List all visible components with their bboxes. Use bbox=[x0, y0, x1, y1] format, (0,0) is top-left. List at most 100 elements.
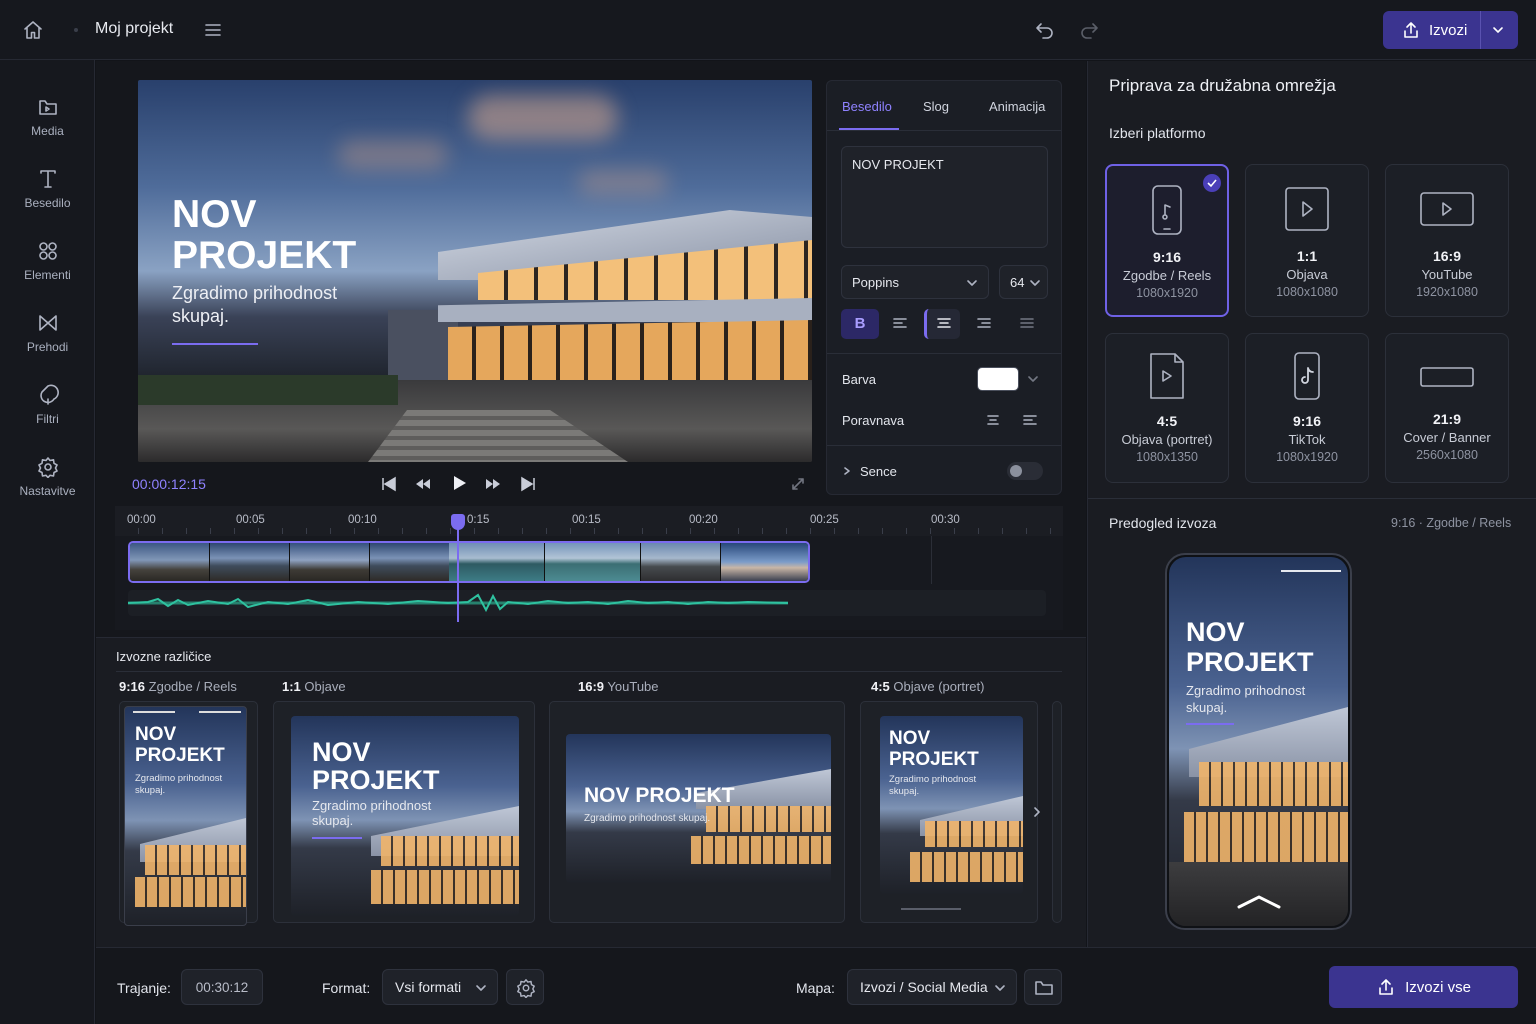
sidebar-item-transitions[interactable]: Prehodi bbox=[0, 312, 95, 374]
platform-card-zgodbe-reels[interactable]: 9:16 Zgodbe / Reels 1080x1920 bbox=[1105, 164, 1229, 317]
audio-track[interactable] bbox=[128, 590, 1046, 616]
browse-folder-button[interactable] bbox=[1024, 969, 1062, 1005]
timeline[interactable]: 00:00 00:05 00:10 0:15 00:15 00:20 00:25… bbox=[115, 506, 1063, 630]
variant-card-1-1[interactable]: NOV PROJEKT Zgradimo prihodnost skupaj. bbox=[273, 701, 535, 923]
export-button[interactable]: Izvozi bbox=[1383, 11, 1518, 49]
sidebar-item-label: Elementi bbox=[24, 268, 71, 282]
sidebar-item-label: Besedilo bbox=[24, 196, 71, 210]
text-icon bbox=[37, 168, 59, 190]
folder-label: Mapa: bbox=[796, 980, 835, 996]
platform-size: 1080x1350 bbox=[1136, 450, 1198, 464]
sidebar-item-label: Filtri bbox=[36, 412, 59, 426]
upload-icon bbox=[1376, 977, 1396, 997]
phone-preview[interactable]: NOV PROJEKT Zgradimo prihodnost skupaj. bbox=[1165, 553, 1352, 930]
sidebar-item-filters[interactable]: Filtri bbox=[0, 384, 95, 446]
font-select[interactable]: Poppins bbox=[841, 265, 989, 299]
separator-dot bbox=[74, 28, 78, 32]
variant-title: NOV PROJEKT bbox=[312, 737, 440, 795]
tick-label: 00:15 bbox=[572, 514, 601, 526]
shadow-toggle[interactable] bbox=[1007, 462, 1043, 480]
platform-ratio: 9:16 bbox=[1152, 249, 1182, 265]
bold-button[interactable]: B bbox=[841, 309, 879, 339]
preview-subtitle-line1[interactable]: Zgradimo prihodnost bbox=[172, 283, 337, 304]
platform-card-objava[interactable]: 1:1 Objava 1080x1080 bbox=[1245, 164, 1369, 317]
redo-icon[interactable] bbox=[1078, 19, 1100, 41]
variant-name: Objave bbox=[304, 679, 346, 694]
align-center-button[interactable] bbox=[924, 309, 960, 339]
project-name[interactable]: Moj projekt bbox=[95, 20, 173, 38]
sidebar-item-settings[interactable]: Nastavitve bbox=[0, 456, 95, 518]
tab-text[interactable]: Besedilo bbox=[842, 99, 892, 114]
platform-ratio: 9:16 bbox=[1292, 413, 1322, 429]
folder-icon bbox=[1034, 978, 1054, 998]
align-left-icon[interactable] bbox=[892, 316, 908, 332]
variant-ratio: 4:5 bbox=[871, 679, 890, 694]
chevron-down-icon[interactable] bbox=[1491, 23, 1505, 37]
fast-forward-icon[interactable] bbox=[484, 475, 502, 493]
platform-card-cover-banner[interactable]: 21:9 Cover / Banner 2560x1080 bbox=[1385, 333, 1509, 483]
platform-card-youtube[interactable]: 16:9 YouTube 1920x1080 bbox=[1385, 164, 1509, 317]
folder-select[interactable]: Izvozi / Social Media bbox=[847, 969, 1017, 1005]
preview-label: Predogled izvoza bbox=[1109, 515, 1217, 531]
variant-card-16-9[interactable]: NOV PROJEKT Zgradimo prihodnost skupaj. bbox=[549, 701, 845, 923]
banner-icon bbox=[1419, 366, 1475, 388]
square-play-icon bbox=[1284, 187, 1330, 231]
folder-select-value: Izvozi / Social Media bbox=[860, 979, 988, 995]
home-icon[interactable] bbox=[22, 19, 44, 41]
platform-size: 1920x1080 bbox=[1416, 285, 1478, 299]
font-size-select[interactable]: 64 bbox=[999, 265, 1048, 299]
chevron-right-icon[interactable] bbox=[1030, 805, 1044, 819]
chevron-right-icon[interactable] bbox=[842, 466, 852, 476]
video-clip-track[interactable] bbox=[128, 541, 810, 583]
video-preview[interactable]: NOV PROJEKT Zgradimo prihodnost skupaj. bbox=[138, 80, 812, 462]
tiktok-icon bbox=[1293, 352, 1321, 400]
text-content-input[interactable]: NOV PROJEKT bbox=[841, 146, 1048, 248]
filters-icon bbox=[37, 384, 59, 406]
export-all-button[interactable]: Izvozi vse bbox=[1329, 966, 1518, 1008]
align-justify-icon[interactable] bbox=[1019, 316, 1035, 332]
tick-label: 00:30 bbox=[931, 514, 960, 526]
top-bar: Moj projekt Izvozi bbox=[0, 0, 1536, 60]
play-icon[interactable] bbox=[449, 473, 469, 493]
preview-title-line1[interactable]: NOV bbox=[172, 194, 257, 235]
elements-icon bbox=[37, 240, 59, 262]
duration-field[interactable]: 00:30:12 bbox=[181, 969, 263, 1005]
preview-subtitle-line2[interactable]: skupaj. bbox=[172, 306, 229, 327]
playhead-line[interactable] bbox=[457, 518, 459, 622]
sidebar-item-media[interactable]: Media bbox=[0, 96, 95, 158]
sidebar-item-elements[interactable]: Elementi bbox=[0, 240, 95, 302]
format-settings-button[interactable] bbox=[506, 969, 544, 1005]
chevron-down-icon[interactable] bbox=[1027, 373, 1039, 385]
preview-title-line2[interactable]: PROJEKT bbox=[172, 235, 356, 276]
transitions-icon bbox=[37, 312, 59, 334]
tick-label: 00:20 bbox=[689, 514, 718, 526]
variant-title: NOV PROJEKT bbox=[584, 784, 735, 807]
variant-card-9-16[interactable]: NOV PROJEKT Zgradimo prihodnost skupaj. bbox=[119, 701, 258, 926]
hamburger-menu-icon[interactable] bbox=[204, 21, 222, 39]
platform-name: Objava bbox=[1286, 267, 1328, 282]
platform-name: Objava (portret) bbox=[1121, 432, 1213, 447]
variant-card-4-5[interactable]: NOV PROJEKT Zgradimo prihodnost skupaj. bbox=[860, 701, 1038, 923]
align-right-icon[interactable] bbox=[976, 316, 992, 332]
variant-label: 9:16 Zgodbe / Reels bbox=[119, 679, 237, 694]
sidebar-item-text[interactable]: Besedilo bbox=[0, 168, 95, 230]
phone-title-line1: NOV bbox=[1186, 617, 1245, 647]
chevron-down-icon bbox=[475, 982, 487, 994]
undo-icon[interactable] bbox=[1034, 19, 1056, 41]
format-select[interactable]: Vsi formati bbox=[382, 969, 498, 1005]
fullscreen-icon[interactable] bbox=[791, 477, 805, 491]
playback-bar: 00:00:12:15 bbox=[115, 462, 820, 506]
color-swatch[interactable] bbox=[977, 367, 1019, 391]
platform-card-objava-portret[interactable]: 4:5 Objava (portret) 1080x1350 bbox=[1105, 333, 1229, 483]
skip-back-icon[interactable] bbox=[380, 475, 398, 493]
tab-animation[interactable]: Animacija bbox=[989, 99, 1045, 114]
playhead-handle[interactable] bbox=[451, 514, 465, 530]
export-all-label: Izvozi vse bbox=[1405, 978, 1471, 996]
align-center-icon[interactable] bbox=[985, 412, 1001, 428]
chevron-down-icon bbox=[994, 982, 1006, 994]
skip-forward-icon[interactable] bbox=[519, 475, 537, 493]
align-left-icon[interactable] bbox=[1022, 412, 1038, 428]
rewind-icon[interactable] bbox=[414, 475, 432, 493]
platform-card-tiktok[interactable]: 9:16 TikTok 1080x1920 bbox=[1245, 333, 1369, 483]
tab-style[interactable]: Slog bbox=[923, 99, 949, 114]
